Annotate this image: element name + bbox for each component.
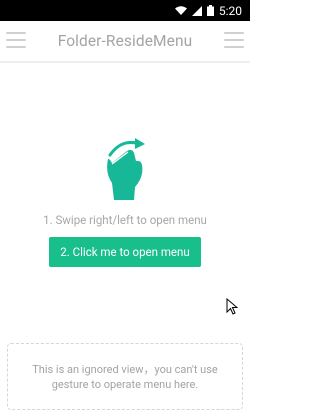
ignored-view-text-line-2: gesture to operate menu here. xyxy=(51,378,199,391)
status-time: 5:20 xyxy=(218,3,242,18)
ignored-view: This is an ignored view，you can't use ge… xyxy=(7,343,243,410)
status-bar: 5:20 xyxy=(0,0,250,21)
swipe-hint-text: 1. Swipe right/left to open menu xyxy=(43,213,207,227)
right-menu-button[interactable] xyxy=(224,32,244,52)
mouse-cursor-icon xyxy=(226,298,238,315)
swipe-gesture-icon xyxy=(107,138,145,200)
signal-icon xyxy=(191,5,202,16)
open-menu-button[interactable]: 2. Click me to open menu xyxy=(49,237,201,267)
menu-icon xyxy=(224,32,244,48)
toolbar: Folder-ResideMenu xyxy=(0,21,250,63)
page-title: Folder-ResideMenu xyxy=(57,32,193,50)
battery-icon xyxy=(206,5,214,16)
ignored-view-text-line-1: This is an ignored view，you can't use xyxy=(32,363,218,376)
wifi-icon xyxy=(174,5,187,15)
